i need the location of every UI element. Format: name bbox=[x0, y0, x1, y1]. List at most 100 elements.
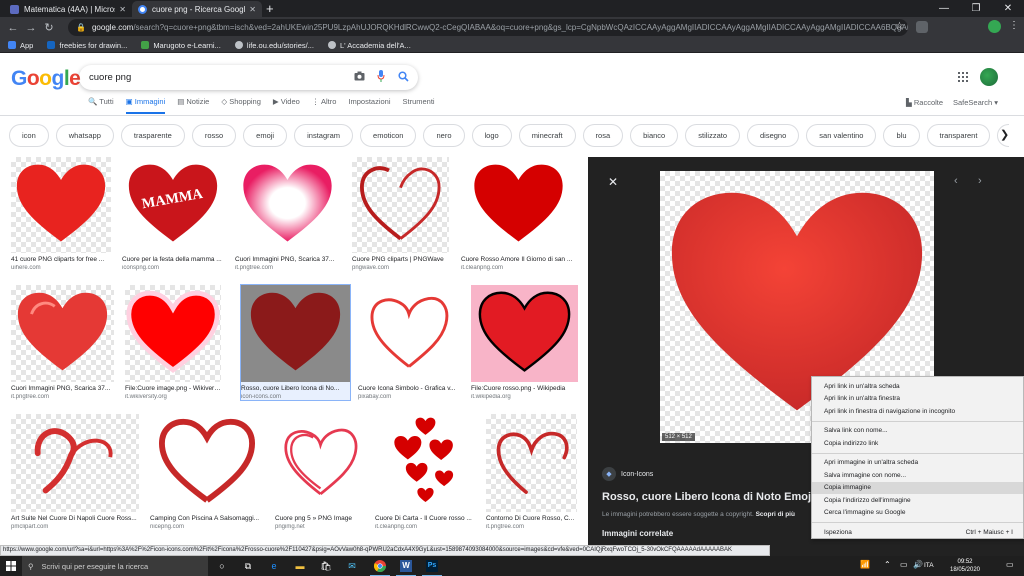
result-title[interactable]: Cuore PNG cliparts | PNGWave bbox=[352, 256, 449, 263]
network-icon[interactable]: 📶 bbox=[860, 560, 870, 569]
start-button[interactable] bbox=[0, 556, 22, 576]
chip-instagram[interactable]: instagram bbox=[294, 124, 354, 147]
chip-stilizzato[interactable]: stilizzato bbox=[685, 124, 740, 147]
result-title[interactable]: File:Cuore image.png - Wikiversità bbox=[125, 385, 221, 392]
menu-item[interactable]: Copia immagine bbox=[812, 481, 1023, 494]
result-title[interactable]: Art Suite Nel Cuore Di Napoli Cuore Ross… bbox=[11, 515, 139, 522]
close-window-button[interactable]: ✕ bbox=[992, 0, 1024, 17]
back-arrow-icon[interactable]: ← bbox=[4, 22, 22, 34]
chevron-up-icon[interactable]: ⌃ bbox=[884, 560, 891, 569]
chip-disegno[interactable]: disegno bbox=[747, 124, 800, 147]
result-title[interactable]: Cuore per la festa della mamma ... bbox=[122, 256, 224, 263]
google-apps-icon[interactable] bbox=[958, 72, 968, 82]
search-icon[interactable] bbox=[398, 71, 409, 82]
menu-item[interactable]: Apri link in finestra di navigazione in … bbox=[812, 405, 1023, 418]
menu-item[interactable]: Apri immagine in un'altra scheda bbox=[812, 457, 1023, 470]
image-result[interactable]: Cuori Immagini PNG, Scarica 37... it.pngt… bbox=[235, 157, 340, 271]
menu-item[interactable]: Copia indirizzo link bbox=[812, 437, 1023, 450]
new-tab-button[interactable]: + bbox=[266, 1, 274, 16]
result-title[interactable]: Cuore Di Carta - Il Cuore rosso ... bbox=[375, 515, 474, 522]
source-site[interactable]: ◆ Icon-Icons bbox=[602, 467, 653, 481]
bookmark-accademia[interactable]: L' Accademia dell'A... bbox=[327, 41, 411, 50]
image-result[interactable]: Camping Con Piscina A Salsomaggi... nicep… bbox=[150, 414, 264, 530]
forward-arrow-icon[interactable]: → bbox=[22, 22, 40, 34]
menu-kebab-icon[interactable]: ⋮ bbox=[1009, 20, 1019, 31]
result-thumbnail[interactable] bbox=[11, 157, 111, 253]
safesearch-toggle[interactable]: SafeSearch ▾ bbox=[953, 98, 998, 107]
image-result[interactable]: File:Cuore rosso.png - Wikipedia it.wikip… bbox=[471, 285, 578, 400]
word-icon[interactable]: W bbox=[396, 560, 416, 576]
result-title[interactable]: Cuore png 5 » PNG Image bbox=[275, 515, 366, 522]
chip-bianco[interactable]: bianco bbox=[630, 124, 679, 147]
result-thumbnail[interactable]: MAMMA bbox=[122, 157, 224, 253]
image-result[interactable]: Art Suite Nel Cuore Di Napoli Cuore Ross… bbox=[11, 414, 139, 530]
close-tab-icon[interactable]: ✕ bbox=[119, 5, 126, 14]
chevron-left-icon[interactable]: ‹ bbox=[954, 175, 958, 187]
maximize-button[interactable]: ❐ bbox=[960, 0, 992, 17]
chevron-right-icon[interactable]: › bbox=[978, 175, 982, 187]
result-thumbnail[interactable] bbox=[461, 157, 576, 253]
menu-item[interactable]: Cerca l'immagine su Google bbox=[812, 507, 1023, 520]
address-bar[interactable]: 🔒 google.com/search?q=cuore+png&tbm=isch… bbox=[68, 19, 908, 36]
chip-minecraft[interactable]: minecraft bbox=[518, 124, 576, 147]
image-result[interactable]: Cuore Di Carta - Il Cuore rosso ... it.cl… bbox=[375, 414, 474, 530]
mail-icon[interactable]: ✉ bbox=[346, 560, 358, 572]
chip-transparent[interactable]: transparent bbox=[926, 124, 991, 147]
tab-impostazioni[interactable]: Impostazioni bbox=[348, 97, 390, 114]
result-title[interactable]: Cuore Icona Simbolo - Grafica v... bbox=[358, 385, 460, 392]
language-indicator[interactable]: ITA bbox=[924, 562, 934, 569]
bookmark-marugoto[interactable]: Marugoto e-Learni... bbox=[141, 41, 221, 50]
taskbar-search-box[interactable]: ⚲ Scrivi qui per eseguire la ricerca bbox=[22, 556, 208, 576]
image-result[interactable]: Cuore Icona Simbolo - Grafica v... pixaba… bbox=[358, 285, 460, 400]
result-thumbnail[interactable] bbox=[11, 414, 139, 512]
result-title[interactable]: Camping Con Piscina A Salsomaggi... bbox=[150, 515, 264, 522]
file-explorer-icon[interactable]: ▬ bbox=[294, 560, 306, 572]
store-icon[interactable]: 🛍 bbox=[320, 560, 332, 572]
result-thumbnail[interactable] bbox=[486, 414, 577, 512]
tab-altro[interactable]: ⋮ Altro bbox=[312, 97, 337, 114]
image-result[interactable]: MAMMA Cuore per la festa della mamma ... i… bbox=[122, 157, 224, 271]
tab-strumenti[interactable]: Strumenti bbox=[403, 97, 435, 114]
result-title[interactable]: Cuori Immagini PNG, Scarica 37... bbox=[11, 385, 114, 392]
chip-icon[interactable]: icon bbox=[9, 124, 49, 147]
bookmark-app[interactable]: App bbox=[8, 41, 33, 50]
result-thumbnail[interactable] bbox=[150, 414, 264, 512]
result-title[interactable]: File:Cuore rosso.png - Wikipedia bbox=[471, 385, 578, 392]
chip-blu[interactable]: blu bbox=[883, 124, 920, 147]
notifications-icon[interactable]: ▭ bbox=[1006, 560, 1014, 569]
result-thumbnail[interactable] bbox=[358, 285, 460, 382]
result-title[interactable]: 41 cuore PNG cliparts for free ... bbox=[11, 256, 111, 263]
account-avatar[interactable] bbox=[980, 68, 998, 86]
close-icon[interactable]: ✕ bbox=[608, 175, 618, 189]
bookmark-life-ou[interactable]: life.ou.edu/stories/... bbox=[234, 41, 314, 50]
tab-immagini[interactable]: ▣ Immagini bbox=[125, 97, 166, 114]
menu-item[interactable]: Salva immagine con nome... bbox=[812, 469, 1023, 482]
edge-icon[interactable]: e bbox=[268, 560, 280, 572]
image-result[interactable]: Cuore Rosso Amore Il Giorno di san ... it… bbox=[461, 157, 576, 271]
preview-title[interactable]: Rosso, cuore Libero Icona di Noto Emoji … bbox=[602, 491, 822, 503]
chip-rosa[interactable]: rosa bbox=[582, 124, 624, 147]
minimize-button[interactable]: — bbox=[928, 0, 960, 17]
reload-icon[interactable]: ↻ bbox=[40, 21, 58, 34]
chrome-icon[interactable] bbox=[370, 560, 390, 576]
result-thumbnail[interactable] bbox=[241, 285, 350, 382]
tab-shopping[interactable]: ◇ Shopping bbox=[221, 97, 261, 114]
chip-logo[interactable]: logo bbox=[471, 124, 512, 147]
menu-item[interactable]: Apri link in un'altra finestra bbox=[812, 393, 1023, 406]
task-view-icon[interactable]: ⧉ bbox=[242, 560, 254, 572]
camera-icon[interactable] bbox=[354, 71, 365, 81]
chip-san-valentino[interactable]: san valentino bbox=[806, 124, 877, 147]
image-result[interactable]: Cuore PNG cliparts | PNGWave pngwave.com bbox=[352, 157, 449, 271]
result-thumbnail[interactable] bbox=[375, 414, 474, 512]
result-title[interactable]: Contorno Di Cuore Rosso, C... bbox=[486, 515, 577, 522]
chip-nero[interactable]: nero bbox=[423, 124, 465, 147]
bookmark-star-icon[interactable]: ☆ bbox=[895, 21, 904, 32]
menu-item[interactable]: Copia l'indirizzo dell'immagine bbox=[812, 494, 1023, 507]
profile-avatar[interactable] bbox=[988, 20, 1001, 33]
result-title[interactable]: Cuore Rosso Amore Il Giorno di san ... bbox=[461, 256, 576, 263]
search-input[interactable] bbox=[89, 72, 339, 83]
result-thumbnail[interactable] bbox=[275, 414, 366, 512]
image-result[interactable]: 41 cuore PNG cliparts for free ... uihere… bbox=[11, 157, 111, 271]
google-logo[interactable]: Google bbox=[11, 67, 81, 91]
image-result[interactable]: Cuore png 5 » PNG Image pngimg.net bbox=[275, 414, 366, 530]
